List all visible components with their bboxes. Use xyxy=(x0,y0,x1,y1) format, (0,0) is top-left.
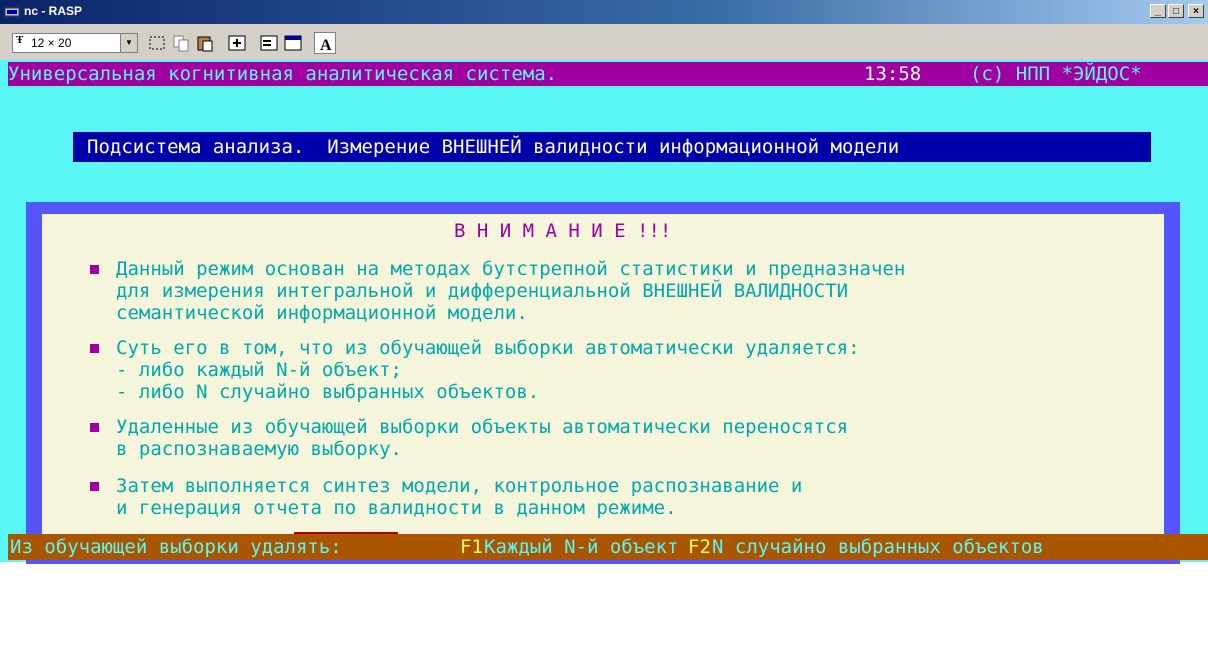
dialog-heading: В Н И М А Н И Е !!! xyxy=(454,220,672,242)
paragraph-4-line-2: и генерация отчета по валидности в данно… xyxy=(116,497,677,519)
fullscreen-button[interactable] xyxy=(226,32,248,54)
window-title: nc - RASP xyxy=(24,4,83,18)
copyright: (с) НПП *ЭЙДОС* xyxy=(970,63,1142,85)
title-bar: nc - RASP _ □ × xyxy=(0,0,1208,24)
chevron-down-icon[interactable]: ▼ xyxy=(120,34,137,52)
subsystem-title-bar: Подсистема анализа. Измерение ВНЕШНЕЙ ва… xyxy=(73,132,1151,162)
font-a-icon: A xyxy=(320,37,332,54)
f2-key[interactable]: F2 xyxy=(688,536,711,558)
paragraph-1-line-1: Данный режим основан на методах бутстреп… xyxy=(116,258,906,280)
truetype-icon: Ŧ xyxy=(16,34,24,46)
paragraph-2-line-1: Суть его в том, что из обучающей выборки… xyxy=(116,337,860,359)
dialog-frame: В Н И М А Н И Е !!! Данный режим основан… xyxy=(26,202,1180,564)
svg-text:A: A xyxy=(320,37,332,54)
app-header: Универсальная когнитивная аналитическая … xyxy=(8,62,1208,86)
window-icon xyxy=(284,35,302,51)
properties-button[interactable] xyxy=(258,32,280,54)
paragraph-3-line-1: Удаленные из обучающей выборки объекты а… xyxy=(116,416,849,438)
paragraph-1-line-2: для измерения интегральной и дифференциа… xyxy=(116,280,849,302)
console: Универсальная когнитивная аналитическая … xyxy=(0,60,1208,564)
font-size-select[interactable]: Ŧ 12 × 20 ▼ xyxy=(12,33,138,53)
bullet-icon xyxy=(90,265,99,274)
paste-button[interactable] xyxy=(194,32,216,54)
paragraph-2-line-3: - либо N случайно выбранных объектов. xyxy=(116,381,540,403)
status-prefix: Из обучающей выборки удалять: xyxy=(10,536,354,558)
paragraph-4-line-1: Затем выполняется синтез модели, контрол… xyxy=(116,475,803,497)
f1-option[interactable]: Каждый N-й объект xyxy=(484,536,678,558)
font-button[interactable]: A xyxy=(314,32,336,54)
minimize-button[interactable]: _ xyxy=(1150,4,1166,18)
copy-icon xyxy=(173,35,189,52)
paste-icon xyxy=(197,36,213,52)
f2-option[interactable]: N случайно выбранных объектов xyxy=(712,536,1044,558)
dialog-panel: В Н И М А Н И Е !!! Данный режим основан… xyxy=(42,214,1164,554)
mark-button[interactable] xyxy=(146,32,168,54)
bullet-icon xyxy=(90,344,99,353)
app-name: Универсальная когнитивная аналитическая … xyxy=(8,63,558,85)
background-button[interactable] xyxy=(282,32,304,54)
fullscreen-icon xyxy=(228,35,246,51)
subsystem-title: Подсистема анализа. Измерение ВНЕШНЕЙ ва… xyxy=(87,136,900,158)
bullet-icon xyxy=(90,423,99,432)
font-size-value: 12 × 20 xyxy=(31,36,72,50)
copy-button[interactable] xyxy=(170,32,192,54)
toolbar: Ŧ 12 × 20 ▼ A xyxy=(0,24,1208,61)
paragraph-1-line-3: семантической информационной модели. xyxy=(116,302,528,324)
close-button[interactable]: × xyxy=(1188,4,1204,18)
bullet-icon xyxy=(90,482,99,491)
app-icon xyxy=(4,7,20,17)
maximize-button[interactable]: □ xyxy=(1168,4,1184,18)
clock: 13:58 xyxy=(864,63,922,85)
paragraph-3-line-2: в распознаваемую выборку. xyxy=(116,438,402,460)
mark-icon xyxy=(149,36,165,50)
paragraph-2-line-2: - либо каждый N-й объект; xyxy=(116,359,402,381)
status-bar: Из обучающей выборки удалять: F1 Каждый … xyxy=(8,534,1208,560)
properties-icon xyxy=(260,35,278,51)
f1-key[interactable]: F1 xyxy=(460,536,483,558)
